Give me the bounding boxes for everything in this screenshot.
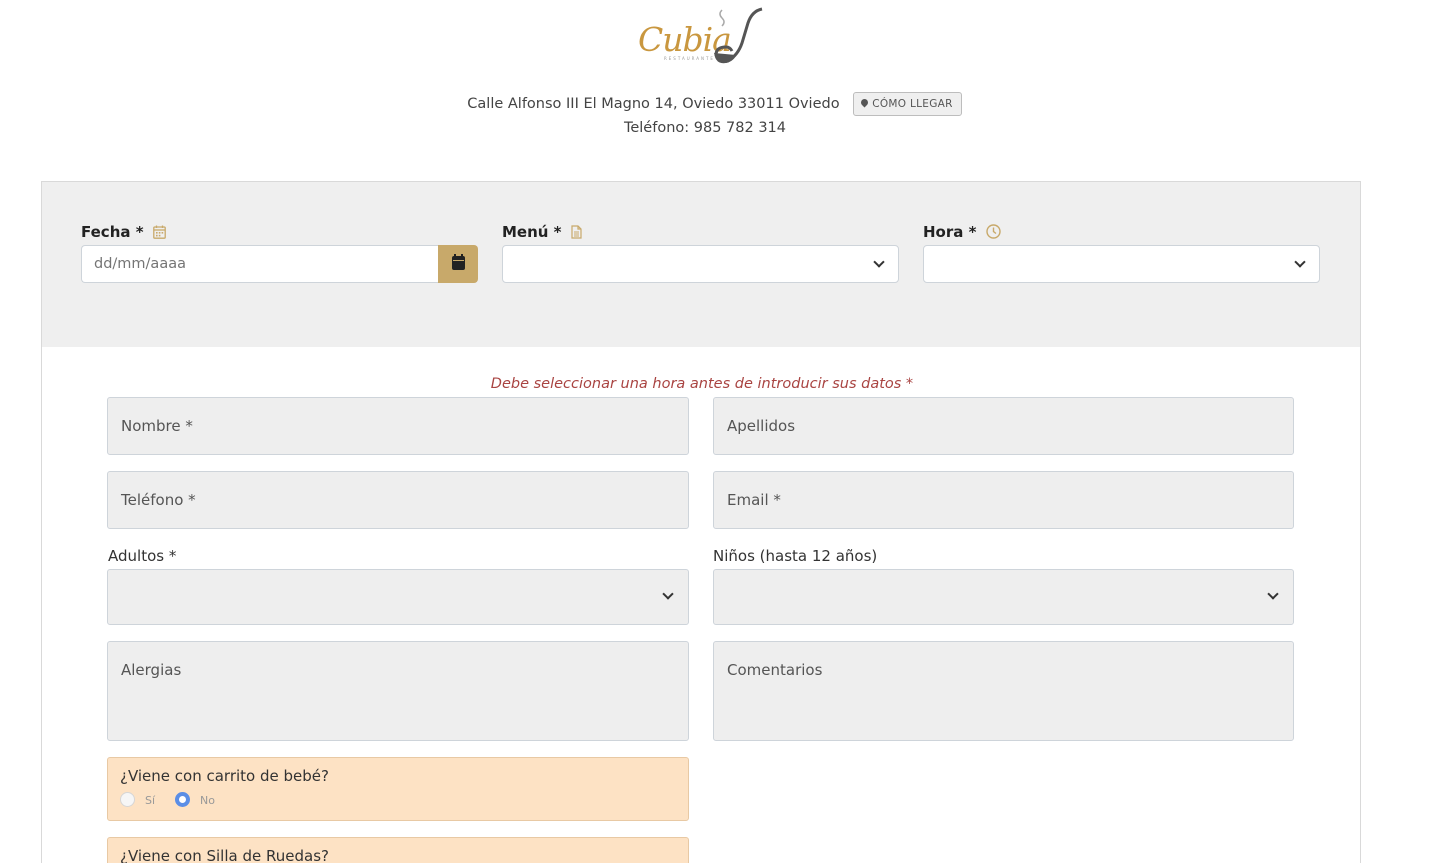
restaurant-logo: Cubia RESTAURANTE — [636, 6, 768, 66]
baby-stroller-question: ¿Viene con carrito de bebé? — [120, 767, 329, 785]
directions-button[interactable]: CÓMO LLEGAR — [853, 92, 962, 116]
directions-label: CÓMO LLEGAR — [872, 98, 953, 110]
adultos-select[interactable] — [107, 569, 689, 625]
chevron-down-icon — [1294, 256, 1306, 268]
phone-text: Teléfono: 985 782 314 — [623, 120, 787, 136]
select-time-warning: Debe seleccionar una hora antes de intro… — [490, 376, 914, 392]
email-field[interactable]: Email * — [713, 471, 1294, 529]
menu-select[interactable] — [502, 245, 899, 283]
address-text: Calle Alfonso III El Magno 14, Oviedo 33… — [467, 96, 840, 112]
telefono-placeholder: Teléfono * — [121, 491, 196, 509]
stroller-no-radio[interactable] — [175, 792, 190, 807]
stroller-yes-label: Sí — [145, 794, 156, 807]
calendar-icon — [452, 254, 465, 270]
ladle-icon — [714, 7, 763, 64]
adultos-label: Adultos * — [108, 547, 177, 565]
chevron-down-icon — [873, 256, 885, 268]
booking-panel: Fecha * Menú * Hora * — [41, 181, 1361, 863]
chevron-down-icon — [1267, 588, 1279, 600]
fecha-label: Fecha * — [81, 223, 166, 243]
comentarios-placeholder: Comentarios — [727, 661, 823, 679]
clock-icon — [985, 224, 1001, 243]
telefono-field[interactable]: Teléfono * — [107, 471, 689, 529]
chevron-down-icon — [662, 588, 674, 600]
apellidos-field[interactable]: Apellidos — [713, 397, 1294, 455]
wheelchair-box: ¿Viene con Silla de Ruedas? — [107, 837, 689, 863]
apellidos-placeholder: Apellidos — [727, 417, 796, 435]
alergias-placeholder: Alergias — [121, 661, 182, 679]
comentarios-textarea[interactable]: Comentarios — [713, 641, 1294, 741]
nombre-field[interactable]: Nombre * — [107, 397, 689, 455]
open-calendar-button[interactable] — [438, 245, 478, 283]
fecha-input[interactable] — [81, 245, 439, 283]
stroller-yes-radio[interactable] — [120, 792, 135, 807]
email-placeholder: Email * — [727, 491, 781, 509]
date-picker — [81, 245, 478, 283]
wheelchair-question: ¿Viene con Silla de Ruedas? — [120, 847, 329, 863]
stroller-no-label: No — [200, 794, 215, 807]
calendar-outline-icon — [152, 225, 166, 243]
address-row: Calle Alfonso III El Magno 14, Oviedo 33… — [0, 92, 1429, 116]
hora-select[interactable] — [923, 245, 1320, 283]
menu-label-text: Menú * — [502, 223, 562, 241]
fecha-label-text: Fecha * — [81, 223, 144, 241]
alergias-textarea[interactable]: Alergias — [107, 641, 689, 741]
hora-label: Hora * — [923, 223, 1001, 243]
booking-selector-area: Fecha * Menú * Hora * — [42, 182, 1360, 347]
nombre-placeholder: Nombre * — [121, 417, 193, 435]
hora-label-text: Hora * — [923, 223, 977, 241]
ninos-label: Niños (hasta 12 años) — [713, 547, 878, 565]
menu-label: Menú * — [502, 223, 582, 243]
map-pin-icon — [859, 97, 870, 108]
document-icon — [571, 225, 582, 243]
ninos-select[interactable] — [713, 569, 1294, 625]
baby-stroller-box: ¿Viene con carrito de bebé? Sí No — [107, 757, 689, 821]
